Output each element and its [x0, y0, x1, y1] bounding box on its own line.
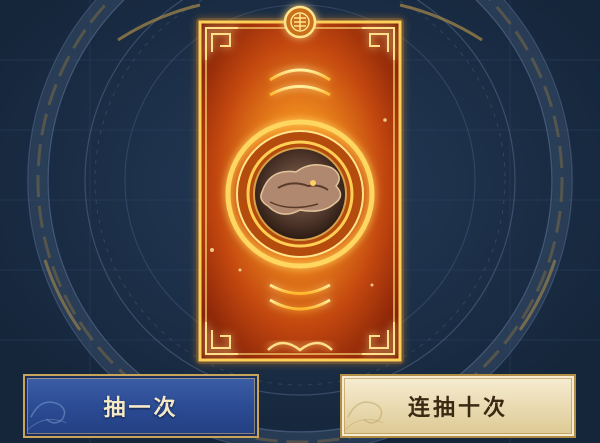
single-draw-button[interactable]: 抽一次	[23, 374, 259, 438]
ten-draw-button[interactable]: 连抽十次	[340, 374, 576, 438]
dragon-medallion-icon	[225, 119, 375, 269]
seal-emblem-icon	[283, 5, 317, 39]
single-draw-label: 抽一次	[103, 395, 179, 421]
ten-draw-label: 连抽十次	[407, 395, 508, 421]
